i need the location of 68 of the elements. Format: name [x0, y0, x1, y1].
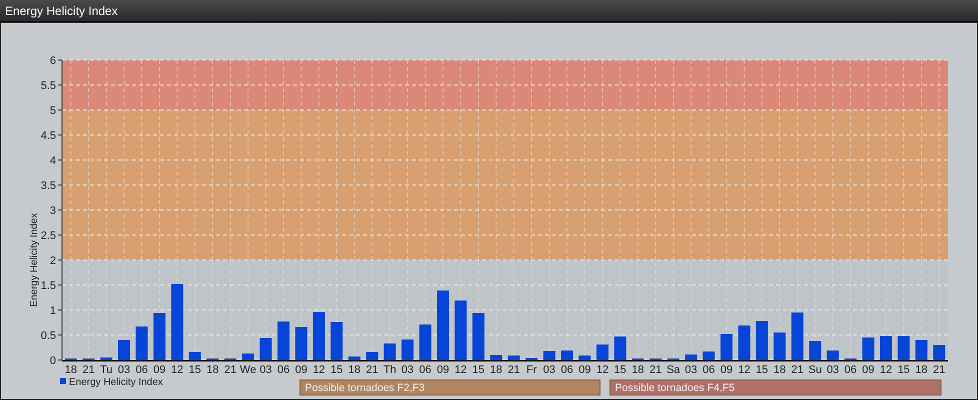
x-tick-label: 03 — [118, 364, 130, 376]
x-tick-label: 21 — [366, 364, 378, 376]
x-tick-label: We — [240, 364, 256, 376]
x-tick-label: 21 — [224, 364, 236, 376]
y-tick-label: 0.5 — [40, 330, 56, 342]
y-tick-label: 6 — [50, 55, 56, 67]
x-tick-label: 12 — [738, 364, 750, 376]
x-tick-label: 15 — [756, 364, 768, 376]
x-tick-label: Su — [808, 364, 822, 376]
x-tick-label: 21 — [82, 364, 95, 376]
y-tick-label: 5 — [50, 105, 56, 117]
x-tick-label: Tu — [100, 364, 113, 376]
x-tick-label: Sa — [666, 364, 680, 376]
x-tick-label: 03 — [684, 364, 698, 376]
legend-label: Energy Helicity Index — [69, 377, 163, 388]
y-axis-title: Energy Helicity Index — [29, 213, 40, 307]
x-tick-label: 03 — [543, 364, 556, 376]
y-tick-label: 4 — [50, 155, 56, 167]
x-tick-label: 06 — [844, 364, 857, 376]
y-tick-label: 3.5 — [40, 180, 56, 192]
x-tick-label: 21 — [650, 364, 662, 376]
x-tick-label: 21 — [791, 364, 804, 376]
x-tick-label: 12 — [171, 364, 184, 376]
y-tick-label: 1 — [50, 305, 56, 317]
x-tick-label: 18 — [64, 364, 77, 376]
x-tick-label: 18 — [632, 364, 644, 376]
x-tick-label: 18 — [915, 364, 928, 376]
y-tick-label: 2 — [50, 255, 56, 267]
x-tick-label: 06 — [419, 364, 432, 376]
x-tick-label: 06 — [136, 364, 148, 376]
x-tick-label: 18 — [348, 364, 360, 376]
y-tick-label: 3 — [50, 205, 56, 217]
x-tick-label: 15 — [898, 364, 910, 376]
x-tick-label: 18 — [490, 364, 502, 376]
x-tick-label: 12 — [880, 364, 892, 376]
x-tick-label: 18 — [774, 364, 786, 376]
y-tick-label: 5.5 — [40, 80, 56, 92]
window-title: Energy Helicity Index — [5, 2, 118, 20]
x-tick-label: 21 — [508, 364, 520, 376]
x-tick-label: Th — [383, 364, 396, 376]
x-tick-label: 15 — [188, 364, 202, 376]
x-tick-label: 15 — [472, 364, 485, 376]
x-tick-label: Fr — [526, 364, 537, 376]
x-tick-label: 03 — [260, 364, 272, 376]
x-tick-label: 03 — [826, 364, 839, 376]
y-tick-label: 2.5 — [40, 230, 56, 242]
x-tick-label: 06 — [277, 364, 290, 376]
y-tick-label: 0 — [50, 355, 56, 367]
y-tick-label: 4.5 — [40, 130, 56, 142]
x-tick-label: 09 — [720, 364, 733, 376]
y-tick-label: 1.5 — [40, 280, 56, 292]
x-tick-label: 12 — [312, 364, 326, 376]
x-tick-label: 09 — [295, 364, 308, 376]
x-tick-label: 09 — [153, 364, 166, 376]
x-tick-label: 06 — [702, 364, 715, 376]
x-tick-label: 03 — [401, 364, 414, 376]
x-tick-label: 18 — [206, 364, 219, 376]
x-tick-label: 21 — [933, 364, 946, 376]
x-tick-label: 15 — [614, 364, 626, 376]
x-tick-label: 12 — [454, 364, 467, 376]
x-tick-label: 06 — [560, 364, 574, 376]
risk-label: Possible tornadoes F2,F3 — [300, 380, 600, 396]
x-tick-label: 12 — [596, 364, 609, 376]
x-tick-label: 09 — [578, 364, 591, 376]
risk-label: Possible tornadoes F4,F5 — [610, 380, 942, 396]
x-tick-label: 15 — [330, 364, 343, 376]
x-tick-label: 09 — [436, 364, 450, 376]
x-tick-label: 09 — [862, 364, 874, 376]
